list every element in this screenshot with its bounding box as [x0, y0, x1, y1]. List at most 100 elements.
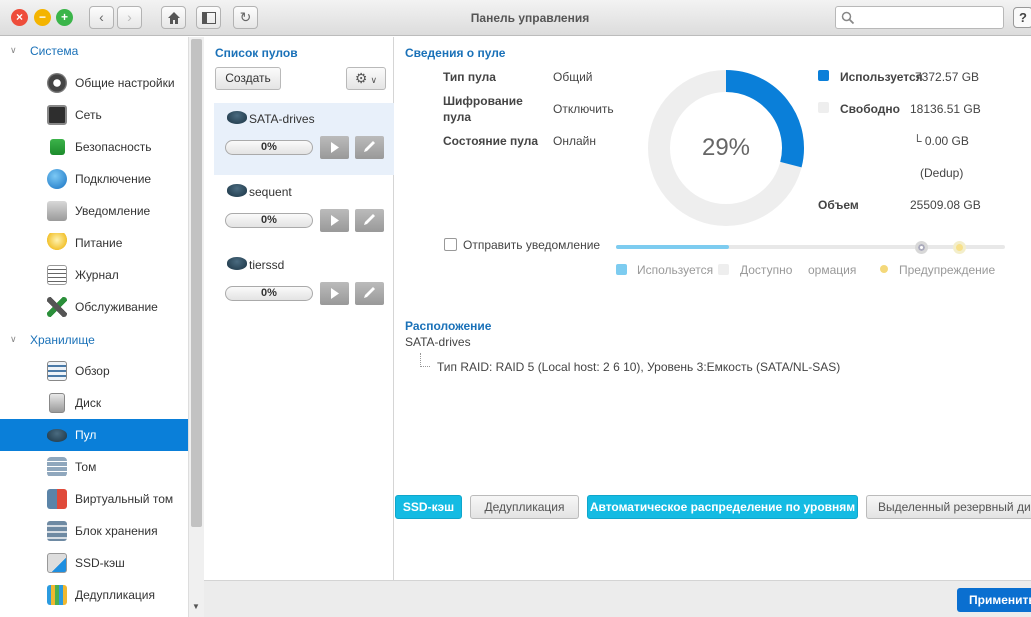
sidebar-item-maintenance[interactable]: Обслуживание [0, 291, 188, 323]
overview-icon [47, 361, 67, 381]
sidebar-item-overview[interactable]: Обзор [0, 355, 188, 387]
sidebar-item-connection[interactable]: Подключение [0, 163, 188, 195]
used-legend-swatch [818, 70, 829, 81]
sidebar-item-disk[interactable]: Диск [0, 387, 188, 419]
pool-progress: 0% [225, 213, 313, 228]
home-icon [167, 12, 180, 24]
sidebar-item-log[interactable]: Журнал [0, 259, 188, 291]
tab-dedup[interactable]: Дедупликация [470, 495, 579, 519]
sidebar-scrollbar[interactable]: ▼ [188, 37, 204, 617]
dedup-value: └ 0.00 GB [913, 134, 969, 148]
sidebar-item-pool[interactable]: Пул [0, 419, 188, 451]
minimize-window-button[interactable]: − [34, 9, 51, 26]
footer-bar: Применить [204, 580, 1031, 617]
notify-slider-fill [616, 245, 729, 249]
pool-settings-dropdown[interactable]: ⚙ ∨ [346, 67, 386, 90]
tab-auto-tiering[interactable]: Автоматическое распределение по уровням [587, 495, 858, 519]
legend-available-dot [718, 264, 729, 275]
pool-name: sequent [249, 185, 292, 199]
pool-icon [227, 184, 247, 197]
pool-state-label: Состояние пула [443, 134, 539, 148]
sidebar-item-notification[interactable]: Уведомление [0, 195, 188, 227]
log-icon [47, 265, 67, 285]
help-icon: ? [1019, 10, 1027, 25]
used-label: Используется [840, 70, 923, 84]
tab-hot-spare[interactable]: Выделенный резервный ди [866, 495, 1031, 519]
tab-ssd-cache[interactable]: SSD-кэш [395, 495, 462, 519]
pool-item[interactable]: SATA-drives 0% [214, 103, 394, 175]
pool-encryption-label-line2: пула [443, 110, 472, 124]
pool-type-value: Общий [553, 70, 593, 84]
tree-connector [420, 353, 430, 367]
forward-button[interactable]: › [117, 6, 142, 29]
sidebar-item-virtual-volume[interactable]: Виртуальный том [0, 483, 188, 515]
back-button[interactable]: ‹ [89, 6, 114, 29]
virtual-volume-icon [47, 489, 67, 509]
play-icon [331, 288, 339, 299]
ssd-cache-icon [47, 553, 67, 573]
sidebar-toggle-button[interactable] [196, 6, 221, 29]
dedup-icon [47, 585, 67, 605]
warning-threshold-handle[interactable] [953, 241, 966, 254]
pool-edit-button[interactable] [355, 209, 384, 232]
close-window-button[interactable]: × [11, 9, 28, 26]
sidebar-group-system[interactable]: ∨ Система [0, 41, 188, 63]
free-legend-swatch [818, 102, 829, 113]
pool-item[interactable]: sequent 0% [214, 176, 394, 248]
home-button[interactable] [161, 6, 186, 29]
legend-warning-dot [880, 265, 888, 273]
free-label: Свободно [840, 102, 900, 116]
sidebar-item-security[interactable]: Безопасность [0, 131, 188, 163]
window-title: Панель управления [470, 11, 590, 25]
pool-edit-button[interactable] [355, 282, 384, 305]
sidebar-item-network[interactable]: Сеть [0, 99, 188, 131]
pool-list-heading: Список пулов [215, 46, 298, 60]
sidebar-item-general-settings[interactable]: Общие настройки [0, 67, 188, 99]
create-pool-button[interactable]: Создать [215, 67, 281, 90]
refresh-button[interactable]: ↻ [233, 6, 258, 29]
pool-start-button[interactable] [320, 209, 349, 232]
pool-start-button[interactable] [320, 136, 349, 159]
gear-icon: ⚙ [354, 70, 368, 86]
maximize-window-button[interactable]: + [56, 9, 73, 26]
search-field[interactable] [835, 6, 1004, 29]
pool-encryption-label: Шифрование [443, 94, 523, 108]
pool-type-label: Тип пула [443, 70, 496, 84]
sidebar-item-power[interactable]: Питание [0, 227, 188, 259]
legend-used: Используется [637, 263, 714, 277]
gear-icon [47, 73, 67, 93]
notify-slider-track[interactable] [616, 245, 1005, 249]
chevron-left-icon: ‹ [99, 9, 104, 25]
total-label: Объем [818, 198, 859, 212]
pool-edit-button[interactable] [355, 136, 384, 159]
sidebar-item-volume[interactable]: Том [0, 451, 188, 483]
pencil-icon [364, 287, 375, 298]
help-button[interactable]: ? [1013, 7, 1031, 28]
raid-info: Тип RAID: RAID 5 (Local host: 2 6 10), У… [437, 360, 841, 374]
used-value: 7372.57 GB [915, 70, 980, 84]
pool-start-button[interactable] [320, 282, 349, 305]
apply-button[interactable]: Применить [957, 588, 1031, 612]
storage-block-icon [47, 521, 67, 541]
volume-icon [47, 457, 67, 477]
info-threshold-handle[interactable] [915, 241, 928, 254]
pool-name: tierssd [249, 258, 285, 272]
pool-item[interactable]: tierssd 0% [214, 249, 394, 321]
sidebar-item-storage-block[interactable]: Блок хранения [0, 515, 188, 547]
scroll-down-icon[interactable]: ▼ [192, 602, 200, 611]
play-icon [331, 142, 339, 153]
notify-label: Отправить уведомление [463, 238, 601, 252]
sidebar-item-ssd-cache[interactable]: SSD-кэш [0, 547, 188, 579]
legend-warning: Предупреждение [899, 263, 996, 277]
dedup-label: (Dedup) [920, 166, 964, 180]
total-value: 25509.08 GB [910, 198, 981, 212]
search-icon [841, 11, 855, 25]
notify-checkbox[interactable] [444, 238, 457, 251]
sidebar-item-dedup[interactable]: Дедупликация [0, 579, 188, 611]
disk-icon [49, 393, 65, 413]
lock-icon [50, 139, 65, 155]
sidebar-group-storage[interactable]: ∨ Хранилище [0, 330, 188, 352]
scrollbar-thumb[interactable] [191, 39, 202, 527]
search-input[interactable] [858, 9, 998, 26]
usage-percent: 29% [701, 134, 751, 161]
